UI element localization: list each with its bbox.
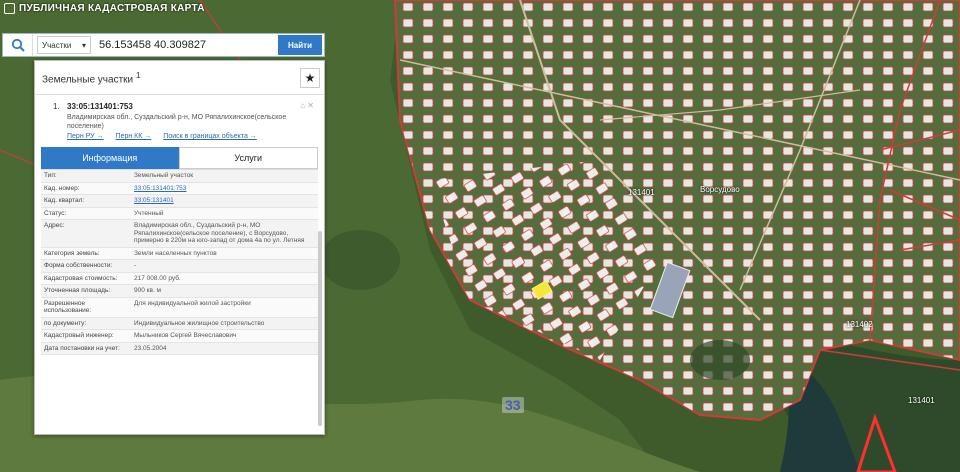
info-value[interactable]: 33:05:131401:753 (131, 183, 318, 195)
panel-title-count: 1 (135, 69, 141, 80)
result-cadastral-number[interactable]: 33:05:131401:753 (67, 102, 133, 111)
link-perm-kk[interactable]: Перн КК → (116, 133, 152, 140)
info-label: Статус: (44, 209, 67, 217)
result-tools-icon[interactable]: ⌂ ✕ (300, 101, 314, 110)
info-value: 217 008.00 руб. (134, 274, 181, 282)
info-row: Форма собственности: - (41, 260, 318, 273)
info-label: Уточненная площадь: (44, 287, 111, 294)
app-title-text: ПУБЛИЧНАЯ КАДАСТРОВАЯ КАРТА (19, 3, 205, 14)
panel-tabs: Информация Услуги (41, 147, 318, 169)
info-row: Адрес: Владимирская обл., Суздальский р-н… (41, 220, 318, 248)
info-value: - (134, 262, 137, 269)
tab-services[interactable]: Услуги (178, 147, 318, 169)
chevron-down-icon: ▾ (81, 40, 86, 50)
info-row: по документу: Индивидуальное жилищное стр… (41, 317, 318, 330)
search-type-label: Участки (42, 40, 72, 50)
results-panel: Земельные участки 1 ★ 1. 33:05:131401:75… (34, 60, 325, 435)
info-row: Тип: Земельный участок (41, 170, 318, 183)
info-label: Кадастровая стоимость: (44, 274, 118, 282)
info-row: Дата постановки на учет: 23.05.2004 (41, 342, 318, 355)
result-number: 1. (53, 102, 60, 111)
info-label: Адрес: (44, 222, 65, 229)
info-label: Кад. номер: (44, 184, 80, 192)
info-value: Земельный участок (134, 172, 194, 179)
search-type-select[interactable]: Участки ▾ (37, 36, 91, 54)
panel-scrollbar[interactable] (318, 231, 322, 426)
map-label-quarter: 131401 (628, 188, 655, 197)
info-value[interactable]: 33:05:131401 (131, 195, 318, 207)
map-label-village: Ворсудово (700, 185, 740, 194)
star-icon[interactable]: ★ (300, 67, 320, 88)
info-row: Уточненная площадь: 900 кв. м (41, 285, 318, 298)
find-button[interactable]: Найти (278, 35, 322, 55)
info-row: Кад. номер: 33:05:131401:753 (41, 182, 318, 195)
search-icon[interactable] (3, 34, 33, 56)
link-search-bounds[interactable]: Поиск в границах объекта → (163, 133, 257, 140)
result-item[interactable]: 1. 33:05:131401:753 Владимирская обл., С… (41, 99, 318, 145)
map-label-quarter-2: 131402 (846, 320, 873, 329)
info-value: Учтенный (134, 209, 164, 217)
panel-header: Земельные участки 1 ★ (35, 61, 324, 95)
info-row: Разрешенное использование: Для индивидуал… (41, 297, 318, 318)
info-value: 900 кв. м (134, 287, 162, 294)
info-label: Разрешенное использование: (44, 299, 92, 315)
info-row: Категория земель: Земли населенных пункто… (41, 247, 318, 260)
info-row: Кад. квартал: 33:05:131401 (41, 195, 318, 208)
info-value: 23.05.2004 (134, 344, 167, 352)
panel-title-text: Земельные участки (42, 74, 134, 86)
info-value: Для индивидуальной жилой застройки (134, 299, 251, 307)
result-links: Перн РУ → Перн КК → Поиск в границах объ… (67, 133, 257, 140)
info-label: Тип: (44, 172, 57, 179)
panel-title: Земельные участки 1 (42, 70, 141, 85)
map-label-district: 33 (502, 397, 524, 413)
info-row: Статус: Учтенный (41, 207, 318, 220)
search-bar: Участки ▾ Найти (2, 33, 325, 57)
info-value: Мыльников Сергей Вячеславович (134, 332, 237, 339)
info-label: Форма собственности: (44, 262, 113, 269)
info-value: Индивидуальное жилищное строительство (134, 319, 265, 327)
info-row: Кадастровая стоимость: 217 008.00 руб. (41, 272, 318, 285)
link-perm-ru[interactable]: Перн РУ → (67, 133, 104, 140)
info-value: Владимирская обл., Суздальский р-н, МО Р… (134, 222, 305, 244)
tab-info[interactable]: Информация (41, 147, 179, 169)
search-input[interactable] (95, 35, 278, 55)
info-label: Категория земель: (44, 249, 100, 257)
app-title: ПУБЛИЧНАЯ КАДАСТРОВАЯ КАРТА (4, 3, 205, 14)
info-label: Кадастровый инженер: (44, 332, 114, 339)
info-label: Кад. квартал: (44, 197, 85, 204)
info-value: Земли населенных пунктов (134, 249, 217, 257)
result-address: Владимирская обл., Суздальский р-н, МО Р… (67, 114, 287, 130)
info-label: Дата постановки на учет: (44, 344, 120, 352)
info-table: Тип: Земельный участок Кад. номер: 33:05:13… (41, 169, 318, 355)
info-row: Кадастровый инженер: Мыльников Сергей Вяч… (41, 330, 318, 343)
map-label-quarter-3: 131401 (908, 396, 935, 405)
info-label: по документу: (44, 319, 87, 327)
logo-icon (4, 3, 15, 14)
